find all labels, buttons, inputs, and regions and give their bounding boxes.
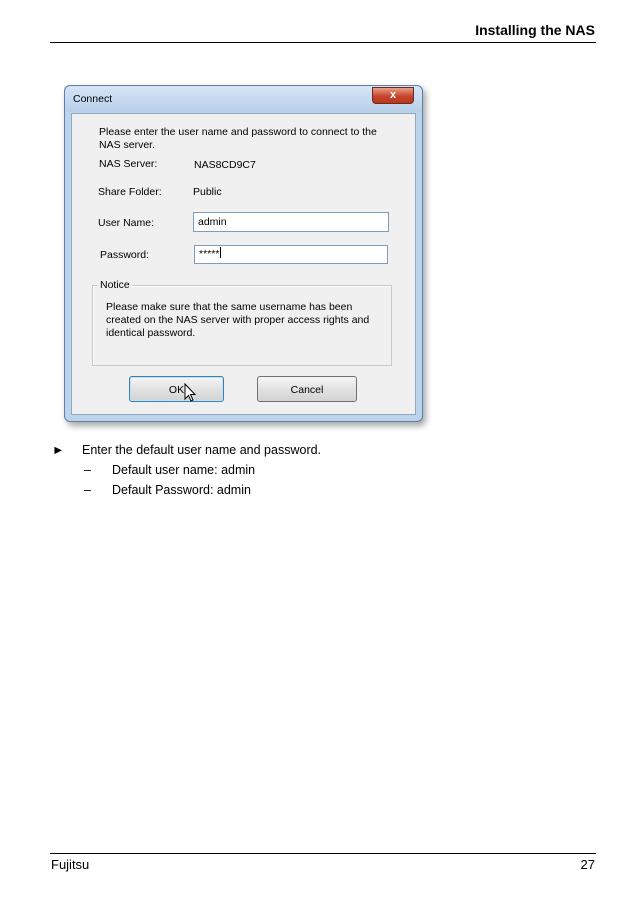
list-item-text: Default Password: admin (112, 483, 251, 497)
text-caret (220, 247, 222, 258)
cancel-button[interactable]: Cancel (257, 376, 357, 402)
user-name-label: User Name: (98, 217, 155, 229)
connect-dialog: Connect x Please enter the user name and… (64, 85, 423, 422)
notice-label: Notice (98, 279, 132, 291)
dash-icon: – (84, 463, 91, 477)
user-name-input[interactable]: admin (193, 212, 389, 232)
password-label: Password: (100, 249, 150, 261)
dialog-content: Please enter the user name and password … (71, 113, 416, 415)
mouse-pointer-icon (184, 383, 197, 402)
ok-button-label: OK (168, 384, 185, 396)
nas-server-label: NAS Server: (99, 158, 158, 170)
password-input[interactable]: ***** (194, 245, 388, 264)
page-number: 27 (580, 857, 595, 872)
user-name-value: admin (198, 216, 227, 228)
dialog-prompt: Please enter the user name and password … (99, 126, 377, 151)
close-icon: x (389, 89, 397, 101)
ok-button[interactable]: OK (129, 376, 224, 402)
share-folder-label: Share Folder: (98, 186, 162, 198)
cancel-button-label: Cancel (290, 384, 324, 396)
notice-text: Please make sure that the same username … (106, 301, 370, 339)
nas-server-value: NAS8CD9C7 (194, 159, 256, 171)
footer-rule (50, 853, 596, 854)
header-title: Installing the NAS (475, 22, 595, 38)
header-rule (50, 42, 596, 43)
list-item-text: Default user name: admin (112, 463, 256, 477)
instruction-text: Enter the default user name and password… (82, 443, 322, 457)
dash-icon: – (84, 483, 91, 497)
dialog-titlebar[interactable]: Connect x (65, 86, 422, 112)
close-button[interactable]: x (372, 87, 414, 104)
bullet-arrow-icon: ► (52, 443, 65, 457)
dialog-title: Connect (73, 93, 113, 105)
password-value: ***** (199, 248, 220, 260)
share-folder-value: Public (193, 186, 222, 198)
footer-brand: Fujitsu (51, 857, 90, 872)
